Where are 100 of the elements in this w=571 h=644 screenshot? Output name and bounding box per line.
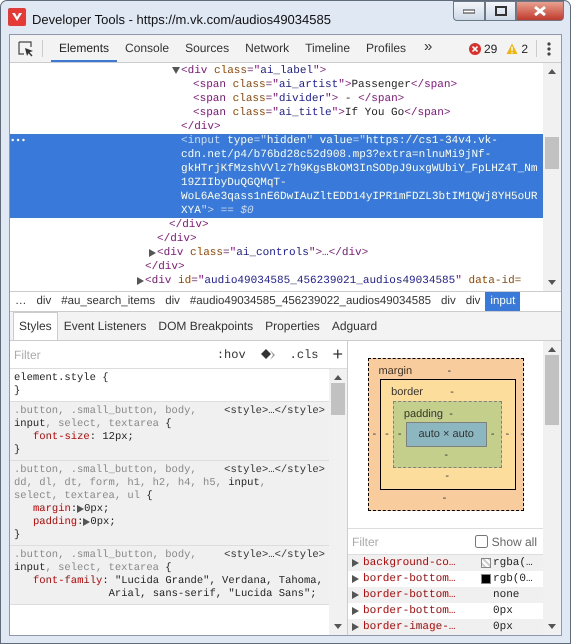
scrollbar[interactable]	[543, 63, 561, 291]
tree-row[interactable]: <span class="ai_title">If You Go</span>	[10, 106, 543, 120]
code-line: <div class="ai_label">	[181, 64, 328, 78]
panel-tab[interactable]: Timeline	[297, 35, 358, 62]
scroll-up-icon[interactable]	[547, 68, 557, 75]
panel-tab[interactable]: Sources	[177, 35, 238, 62]
sidebar-tab[interactable]: Properties	[259, 312, 326, 340]
css-selector: input, select, textarea {	[14, 562, 173, 575]
collapsed-triangle-icon[interactable]	[77, 505, 84, 513]
panel-tab[interactable]: Network	[237, 35, 298, 62]
tree-row[interactable]: <div class="ai_controls">…</div>	[10, 246, 543, 260]
diamond-icon[interactable]	[260, 348, 276, 361]
tree-row[interactable]: <span class="ai_artist">Passenger</span>	[10, 78, 543, 92]
logo-icon	[8, 8, 26, 26]
property-value: rgb(0…	[493, 572, 533, 587]
sidebar-tab[interactable]: Event Listeners	[58, 312, 152, 340]
scrollbar[interactable]	[543, 341, 561, 635]
breadcrumb[interactable]: div	[160, 292, 185, 311]
error-icon	[468, 42, 481, 54]
breadcrumb[interactable]: #audio49034585_456239022_audios49034585	[184, 292, 436, 311]
sidebar-tab[interactable]: DOM Breakpoints	[152, 312, 260, 340]
source-link[interactable]: <style>…</style>	[224, 464, 325, 477]
hover-state-toggle[interactable]: :hov	[216, 346, 246, 364]
show-all-checkbox[interactable]	[474, 535, 488, 548]
code-line: <div class="ai_controls">…</div>	[157, 246, 370, 260]
more-tabs-button[interactable]: »	[416, 35, 440, 62]
code-line: </div>	[145, 260, 186, 274]
breadcrumb[interactable]: div	[32, 292, 56, 311]
sidebar-tab[interactable]: Styles	[13, 312, 58, 340]
scroll-up-icon[interactable]	[333, 374, 343, 381]
box-value: -	[444, 448, 448, 461]
tree-row[interactable]: <span class="divider"> - </span>	[10, 92, 543, 106]
breadcrumb[interactable]: #au_search_items	[56, 292, 160, 311]
filter-field[interactable]: Filter	[14, 346, 203, 364]
show-all-label: Show all	[492, 534, 537, 551]
closing-brace: }	[14, 385, 22, 398]
breadcrumb[interactable]: div	[436, 292, 461, 311]
css-selector: dd, dl, dt, form, h1, h2, h4, h5, input,	[14, 477, 268, 490]
tree-row[interactable]: <div class="ai_label">	[10, 64, 543, 78]
collapsed-triangle-icon[interactable]	[136, 277, 144, 285]
collapsed-triangle-icon[interactable]	[83, 518, 90, 526]
property-name: font-family	[33, 575, 102, 588]
maximize-icon	[494, 6, 506, 16]
property-name: padding	[33, 516, 78, 529]
breadcrumb[interactable]: …	[10, 292, 32, 311]
minimize-button[interactable]	[453, 1, 485, 21]
panel-tab[interactable]: Profiles	[358, 35, 414, 62]
scroll-down-icon[interactable]	[547, 623, 557, 630]
css-selector: .button, .small_button, body,	[14, 464, 198, 477]
collapsed-triangle-icon[interactable]	[148, 249, 156, 257]
sidebar-tab[interactable]: Adguard	[326, 312, 384, 340]
panel-tab[interactable]: Elements	[51, 35, 118, 62]
close-button[interactable]	[516, 1, 564, 21]
scrollbar-thumb[interactable]	[545, 355, 559, 425]
css-selector: element.style {	[14, 372, 110, 385]
code-line: <input type="hidden" value="https://cs1-34v4.vk-cdn.net/p4/b76bd28c52d908.mp3?extra=nlnuMi9jNf-gkHTrjKfMzshVVlz7h9KgsBkOM3InSODpJ9uxgWUbiY_FpLHZ4T_Nm19ZIIbyDuQGQMqT-WoL6Ae3qass1nE6DwIAuZltEDD14yIPR1mFDZL3btIM1QWj8YH5oURXYA"> == $0	[181, 134, 538, 218]
source-link[interactable]: <style>…</style>	[224, 549, 325, 562]
scroll-down-icon[interactable]	[333, 623, 343, 630]
css-selector: .button, .small_button, body,	[14, 405, 198, 418]
box-value: -	[385, 427, 389, 442]
filter-field[interactable]: Filter	[352, 532, 475, 551]
scrollbar-thumb[interactable]	[331, 383, 345, 415]
box-value: -	[372, 427, 376, 442]
box-label: padding	[402, 406, 444, 422]
property-value: 0px;	[84, 503, 110, 516]
box-value: -	[442, 492, 446, 504]
tree-row[interactable]	[10, 134, 543, 218]
scrollbar-thumb[interactable]	[545, 137, 559, 169]
tree-row[interactable]: <div id="audio49034585_456239021_audios49034585" data-id=	[10, 274, 543, 288]
cursor-icon[interactable]	[18, 40, 34, 56]
box-value: -	[449, 406, 454, 422]
box-label: margin	[378, 364, 414, 379]
css-selector: .button, .small_button, body,	[14, 549, 198, 562]
more-actions-icon[interactable]: •••	[10, 136, 26, 146]
menu-icon[interactable]	[547, 42, 551, 56]
code-line: <span class="ai_title">If You Go</span>	[193, 106, 452, 120]
breadcrumb[interactable]: input	[485, 292, 520, 311]
panel-tab[interactable]: Console	[117, 35, 178, 62]
property-value: 0px	[493, 620, 513, 635]
scroll-down-icon[interactable]	[547, 279, 557, 286]
css-selector: select, textarea, ul {	[14, 490, 154, 503]
scroll-up-icon[interactable]	[547, 346, 557, 353]
close-icon	[533, 5, 547, 17]
expanded-triangle-icon[interactable]	[172, 67, 180, 74]
code-line: </div>	[181, 120, 222, 134]
breadcrumb[interactable]: div	[460, 292, 486, 311]
box-value: -	[398, 427, 402, 442]
code-line: <div id="audio49034585_456239021_audios49034585" data-id=	[145, 274, 522, 288]
maximize-button[interactable]	[485, 1, 516, 21]
property-name: border-bottom…	[363, 604, 456, 619]
scrollbar[interactable]	[329, 369, 347, 635]
box-value: -	[445, 470, 450, 482]
closing-brace: }	[14, 444, 22, 457]
class-toggle[interactable]: .cls	[290, 346, 318, 364]
property-name: border-bottom…	[363, 588, 456, 603]
add-rule-button[interactable]: +	[332, 341, 343, 368]
property-colon: :	[77, 516, 84, 529]
source-link[interactable]: <style>…</style>	[224, 405, 325, 418]
code-line: <span class="divider"> - </span>	[193, 92, 406, 106]
box-value: -	[506, 427, 510, 442]
